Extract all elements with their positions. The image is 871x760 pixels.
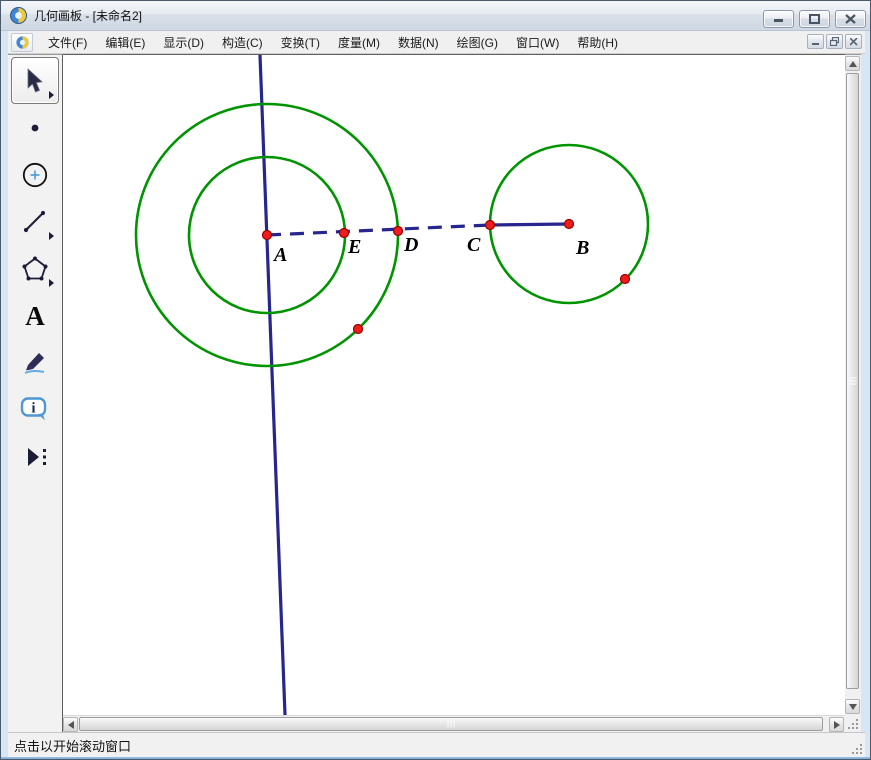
- custom-tool-icon: [20, 443, 50, 471]
- label-B: B: [575, 237, 589, 259]
- scroll-grip-icon: [448, 721, 455, 728]
- menu-item-graph[interactable]: 绘图(G): [448, 31, 507, 54]
- scroll-up-icon: [849, 61, 857, 67]
- maximize-button[interactable]: [799, 10, 830, 28]
- text-tool-icon: A: [20, 301, 50, 331]
- selection-arrow-icon: [22, 67, 48, 95]
- scrollbar-corner: [845, 715, 861, 732]
- menu-item-construct[interactable]: 构造(C): [213, 31, 272, 54]
- polygon-tool-icon: [20, 254, 50, 284]
- point-on-circle-B[interactable]: [621, 275, 630, 284]
- vertical-scroll-thumb[interactable]: [846, 73, 859, 689]
- compass-circle-tool[interactable]: [11, 151, 59, 198]
- compass-circle-icon: [20, 160, 50, 190]
- menu-item-transform[interactable]: 变换(T): [272, 31, 329, 54]
- point-tool-icon: [22, 115, 48, 141]
- vertical-scrollbar[interactable]: [845, 54, 861, 715]
- scroll-right-button[interactable]: [829, 717, 844, 732]
- text-tool[interactable]: A: [11, 292, 59, 339]
- sketch-canvas[interactable]: AEDCB: [63, 54, 845, 715]
- label-D: D: [403, 234, 418, 256]
- minimize-button[interactable]: [763, 10, 794, 28]
- svg-text:A: A: [25, 301, 45, 331]
- close-icon: [845, 14, 856, 24]
- label-C: C: [467, 234, 481, 256]
- scroll-right-icon: [834, 721, 840, 729]
- straightedge-segment-tool[interactable]: [11, 198, 59, 245]
- label-A: A: [272, 244, 287, 266]
- resize-grip-icon: [848, 719, 859, 730]
- maximize-icon: [809, 14, 820, 24]
- svg-text:i: i: [31, 400, 35, 416]
- content-area: A i: [8, 54, 861, 732]
- selection-arrow-tool[interactable]: [11, 57, 59, 104]
- scroll-left-icon: [68, 721, 74, 729]
- tool-palette: A i: [8, 54, 63, 732]
- point-on-outer-circle-A[interactable]: [354, 325, 363, 334]
- polygon-tool[interactable]: [11, 245, 59, 292]
- dashed-segment-AC[interactable]: [267, 225, 490, 235]
- tool-flyout-icon: [49, 91, 54, 99]
- scroll-up-button[interactable]: [845, 56, 860, 71]
- title-bar: 几何画板 - [未命名2]: [1, 1, 871, 31]
- information-tool[interactable]: i: [11, 386, 59, 433]
- marker-tool-icon: [20, 348, 50, 378]
- point-C[interactable]: [486, 221, 495, 230]
- menu-bar: 文件(F) 编辑(E) 显示(D) 构造(C) 变换(T) 度量(M) 数据(N…: [8, 31, 865, 54]
- scroll-down-button[interactable]: [845, 699, 860, 714]
- segment-tool-icon: [21, 208, 49, 236]
- menu-item-window[interactable]: 窗口(W): [507, 31, 568, 54]
- menu-item-data[interactable]: 数据(N): [389, 31, 448, 54]
- custom-tool[interactable]: [11, 433, 59, 480]
- mdi-close-icon: [850, 38, 858, 46]
- menu-item-file[interactable]: 文件(F): [39, 31, 96, 54]
- radius-segment-CB[interactable]: [490, 224, 569, 225]
- scroll-down-icon: [849, 704, 857, 710]
- minimize-icon: [773, 15, 784, 24]
- app-window: 几何画板 - [未命名2]: [0, 0, 871, 760]
- label-E: E: [347, 236, 361, 258]
- mdi-restore-icon: [830, 37, 839, 46]
- point-B[interactable]: [565, 220, 574, 229]
- tool-flyout-icon: [49, 279, 54, 287]
- perpendicular-line-through-A[interactable]: [260, 55, 285, 715]
- point-A[interactable]: [263, 231, 272, 240]
- menu-item-measure[interactable]: 度量(M): [329, 31, 389, 54]
- scroll-grip-icon: [849, 378, 856, 385]
- resize-grip-icon[interactable]: [852, 744, 863, 755]
- point-tool[interactable]: [11, 104, 59, 151]
- mdi-minimize-button[interactable]: [807, 34, 824, 49]
- mdi-close-button[interactable]: [845, 34, 862, 49]
- document-menu-button[interactable]: [11, 33, 33, 52]
- horizontal-scrollbar[interactable]: [63, 715, 845, 732]
- menu-item-help[interactable]: 帮助(H): [568, 31, 627, 54]
- app-logo-icon: [10, 7, 27, 24]
- tool-flyout-icon: [49, 232, 54, 240]
- mdi-minimize-icon: [812, 38, 820, 46]
- horizontal-scroll-thumb[interactable]: [79, 717, 823, 731]
- close-button[interactable]: [835, 10, 866, 28]
- scroll-left-button[interactable]: [63, 717, 78, 732]
- menu-item-display[interactable]: 显示(D): [154, 31, 213, 54]
- mdi-restore-button[interactable]: [826, 34, 843, 49]
- marker-tool[interactable]: [11, 339, 59, 386]
- document-logo-icon: [16, 36, 29, 49]
- point-D[interactable]: [394, 227, 403, 236]
- status-bar: 点击以开始滚动窗口: [8, 732, 865, 757]
- status-text: 点击以开始滚动窗口: [14, 736, 131, 755]
- menu-item-edit[interactable]: 编辑(E): [96, 31, 154, 54]
- information-tool-icon: i: [19, 395, 51, 425]
- window-title: 几何画板 - [未命名2]: [34, 7, 142, 24]
